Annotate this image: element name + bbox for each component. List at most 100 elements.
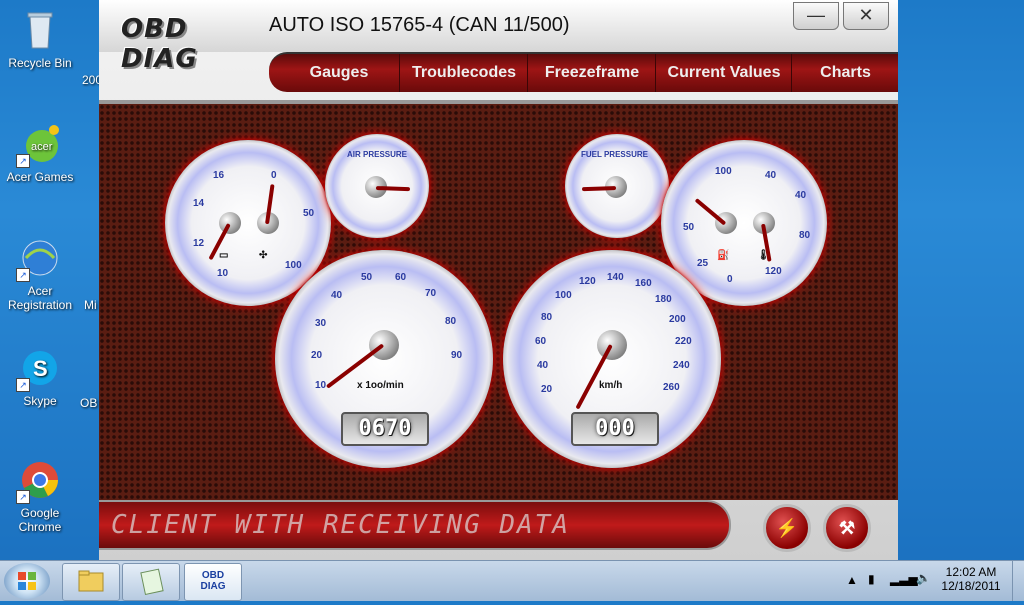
show-hidden-icons[interactable]: ▲ xyxy=(846,573,858,587)
shortcut-arrow-icon: ↗ xyxy=(16,154,30,168)
rpm-tick: 10 xyxy=(315,380,327,391)
connect-button[interactable]: ⚡ xyxy=(763,504,811,552)
status-strip: CLIENT WITH RECEIVING DATA xyxy=(99,500,731,550)
battery-icon: ▭ xyxy=(219,250,229,261)
desktop-icon-recycle-bin[interactable]: Recycle Bin xyxy=(0,8,80,70)
rpm-tick: 50 xyxy=(361,272,373,283)
lightning-icon: ⚡ xyxy=(775,518,799,538)
tab-freezeframe[interactable]: Freezeframe xyxy=(529,54,656,92)
speed-unit-label: km/h xyxy=(599,380,623,391)
gauge-tick: 12 xyxy=(193,238,205,249)
desktop-icon-acer-games[interactable]: acer ↗ Acer Games xyxy=(0,122,80,184)
desktop-partial-label: OB xyxy=(80,396,98,410)
shortcut-arrow-icon: ↗ xyxy=(16,378,30,392)
rpm-tick: 70 xyxy=(425,288,437,299)
gauge-tick: 100 xyxy=(285,260,302,271)
speed-tick: 140 xyxy=(607,272,624,283)
recycle-bin-icon xyxy=(18,8,62,52)
main-tabs: Gauges Troublecodes Freezeframe Current … xyxy=(269,52,898,92)
desktop-icon-acer-registration[interactable]: ↗ Acer Registration xyxy=(0,236,80,312)
speed-tick: 120 xyxy=(579,276,596,287)
svg-text:acer: acer xyxy=(31,141,53,153)
desktop-icon-label: Acer Games xyxy=(6,170,74,184)
acer-registration-icon: ↗ xyxy=(16,236,62,282)
tab-charts[interactable]: Charts xyxy=(793,54,898,92)
gauge-tick: 0 xyxy=(271,170,277,181)
taskbar-notepad-button[interactable] xyxy=(122,563,180,601)
taskbar-explorer-button[interactable] xyxy=(62,563,120,601)
fuel-pressure-label: FUEL PRESSURE xyxy=(581,150,648,159)
gauge-tick: 50 xyxy=(683,222,695,233)
acer-games-icon: acer ↗ xyxy=(16,122,62,168)
gauge-tick: 10 xyxy=(217,268,229,279)
speed-tick: 220 xyxy=(675,336,692,347)
desktop-icon-label: Google Chrome xyxy=(18,506,62,534)
settings-button[interactable]: ⚒ xyxy=(823,504,871,552)
speed-tick: 100 xyxy=(555,290,572,301)
speed-tick: 40 xyxy=(537,360,549,371)
network-icon[interactable]: ▂▃▅ xyxy=(890,572,918,586)
taskbar: OBD DIAG ▲ ▮ ▂▃▅ 🔈 12:02 AM 12/18/2011 xyxy=(0,560,1024,601)
air-pressure-label: AIR PRESSURE xyxy=(347,150,408,159)
volume-icon[interactable]: 🔈 xyxy=(916,571,931,585)
gauge-hub xyxy=(369,330,399,360)
shortcut-arrow-icon: ↗ xyxy=(16,490,30,504)
speed-display: 000 xyxy=(571,412,659,446)
desktop-icon-google-chrome[interactable]: ↗ Google Chrome xyxy=(0,458,80,534)
speed-tick: 20 xyxy=(541,384,553,395)
gauge-tick: 16 xyxy=(213,170,225,181)
rpm-tick: 90 xyxy=(451,350,463,361)
gauge-tick: 100 xyxy=(715,166,732,177)
speed-needle xyxy=(575,344,613,410)
fuel-pump-icon: ⛽ xyxy=(717,250,730,261)
air-pressure-gauge: AIR PRESSURE xyxy=(325,134,429,238)
minimize-button[interactable]: — xyxy=(793,2,839,30)
battery-icon[interactable]: ▮ xyxy=(868,572,875,586)
coolant-icon: ✣ xyxy=(259,250,268,261)
speed-tick: 260 xyxy=(663,382,680,393)
gauge-tick: 14 xyxy=(193,198,205,209)
tab-troublecodes[interactable]: Troublecodes xyxy=(401,54,528,92)
tools-icon: ⚒ xyxy=(838,518,856,538)
desktop-icon-skype[interactable]: S ↗ Skype xyxy=(0,346,80,408)
desktop-icon-label: Recycle Bin xyxy=(8,56,72,70)
rpm-display: 0670 xyxy=(341,412,429,446)
gauge-tick: 120 xyxy=(765,266,782,277)
skype-icon: S ↗ xyxy=(16,346,62,392)
speed-tick: 60 xyxy=(535,336,547,347)
rpm-tick: 80 xyxy=(445,316,457,327)
rpm-tick: 40 xyxy=(331,290,343,301)
close-button[interactable]: ✕ xyxy=(843,2,889,30)
connection-title: AUTO ISO 15765-4 (CAN 11/500) xyxy=(269,14,570,36)
rpm-tick: 60 xyxy=(395,272,407,283)
show-desktop-button[interactable] xyxy=(1012,561,1024,601)
fuel-pressure-gauge: FUEL PRESSURE xyxy=(565,134,669,238)
rpm-tick: 20 xyxy=(311,350,323,361)
title-bar: OBD DIAG AUTO ISO 15765-4 (CAN 11/500) —… xyxy=(99,0,898,74)
status-text: CLIENT WITH RECEIVING DATA xyxy=(111,510,570,540)
speed-tick: 80 xyxy=(541,312,553,323)
minimize-icon: — xyxy=(807,5,825,25)
tab-current-values[interactable]: Current Values xyxy=(657,54,792,92)
rpm-unit-label: x 1oo/min xyxy=(357,380,404,391)
folder-icon xyxy=(78,570,104,592)
speed-tick: 180 xyxy=(655,294,672,305)
speed-tick: 240 xyxy=(673,360,690,371)
clock[interactable]: 12:02 AM 12/18/2011 xyxy=(936,565,1006,593)
gauge-tick: 50 xyxy=(303,208,315,219)
speed-tick: 200 xyxy=(669,314,686,325)
obd-diag-logo: OBD DIAG xyxy=(121,10,241,74)
desktop-icon-label: Acer Registration xyxy=(7,284,73,312)
windows-logo-icon xyxy=(18,572,36,590)
close-icon: ✕ xyxy=(858,5,874,25)
taskbar-obd-diag-button[interactable]: OBD DIAG xyxy=(184,563,242,601)
tab-gauges[interactable]: Gauges xyxy=(279,54,400,92)
gauge-tick: 40 xyxy=(795,190,807,201)
thermometer-icon: 🌡 xyxy=(757,250,770,261)
start-button[interactable] xyxy=(4,563,50,599)
gauge-tick: 0 xyxy=(727,274,733,285)
svg-text:S: S xyxy=(33,356,48,381)
obd-diag-taskbar-icon: OBD DIAG xyxy=(200,570,226,592)
gauge-panel: 16 14 12 10 0 50 100 ▭ ✣ AIR PRESSURE FU… xyxy=(99,100,898,500)
speed-tick: 160 xyxy=(635,278,652,289)
